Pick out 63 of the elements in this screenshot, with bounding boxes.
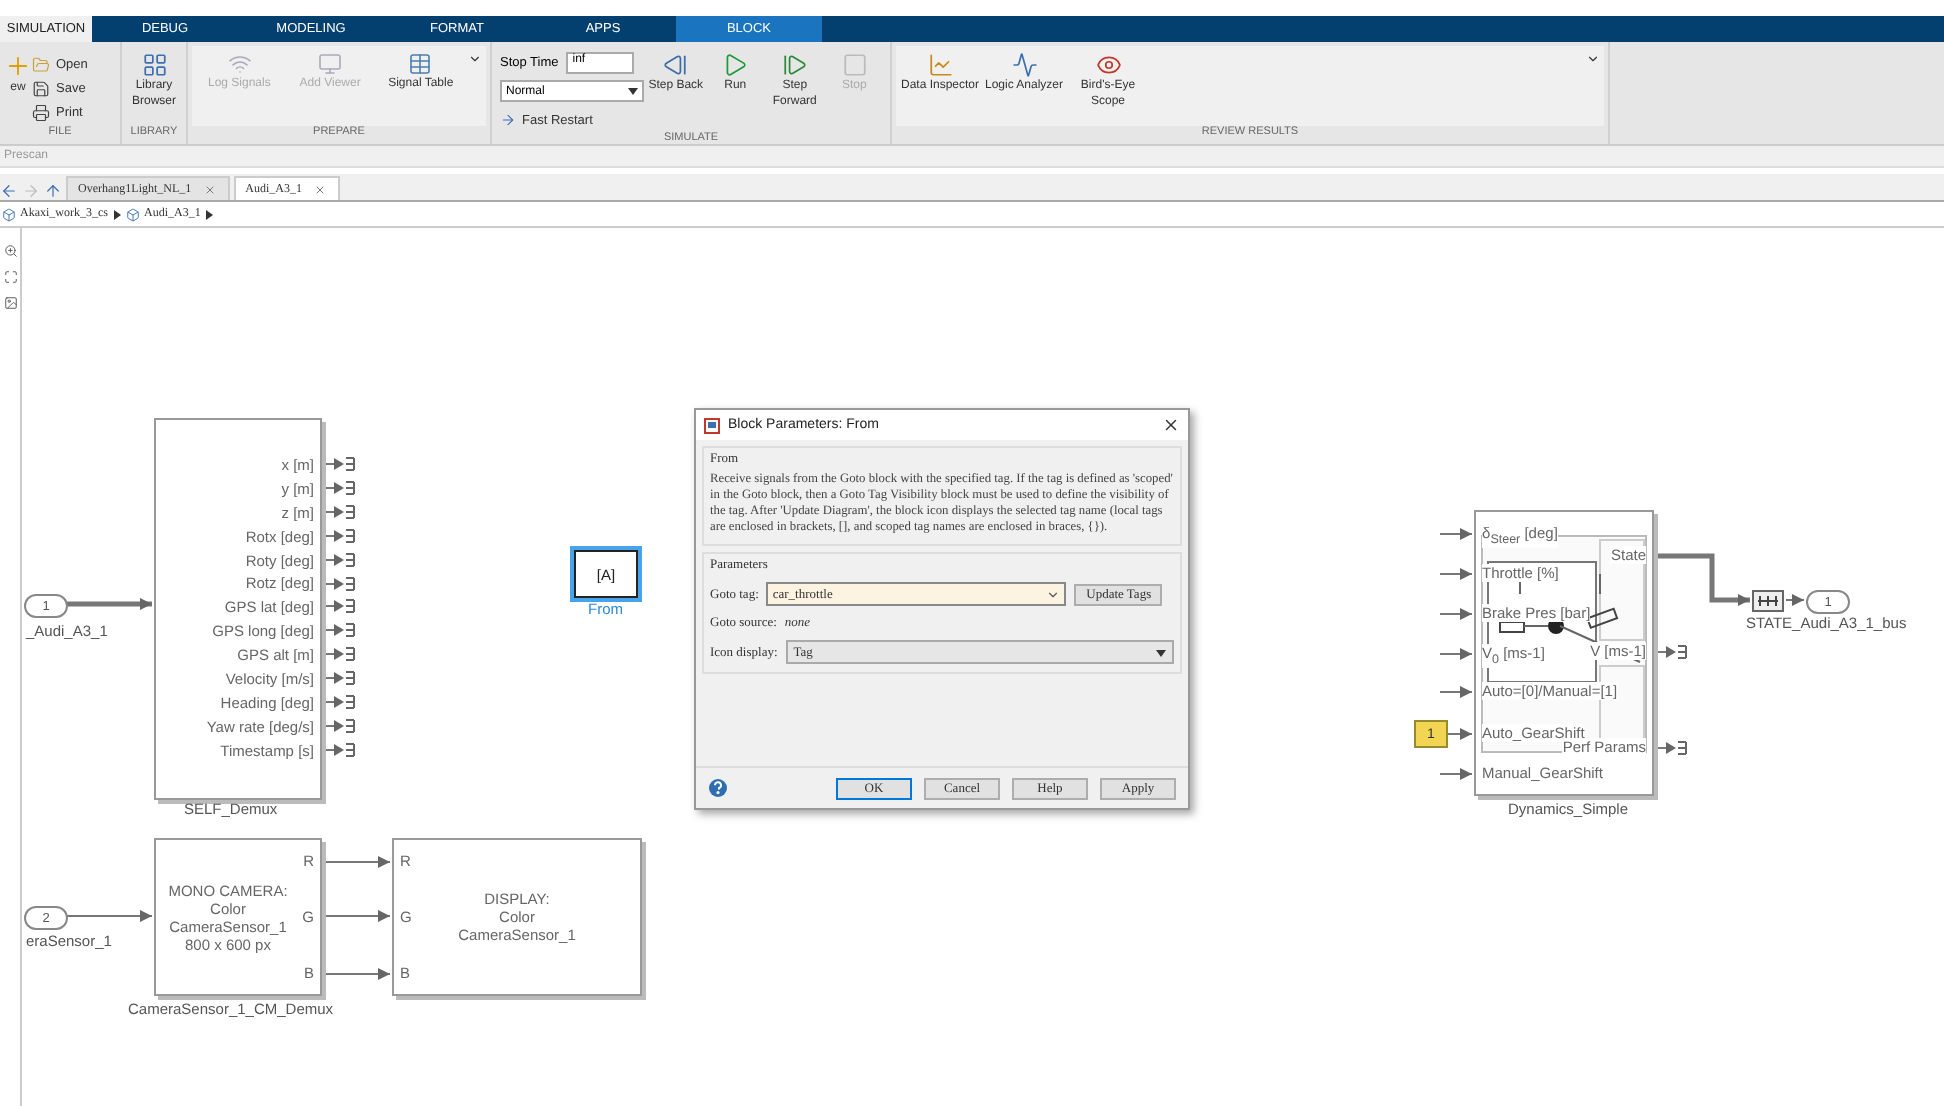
back-arrow-icon xyxy=(0,182,18,200)
terminator-icon xyxy=(1658,740,1688,756)
chart-icon xyxy=(927,52,953,78)
monitor-icon xyxy=(318,52,343,76)
terminator-icon xyxy=(326,646,356,663)
printer-icon xyxy=(32,103,50,121)
up-arrow-icon xyxy=(44,182,62,200)
terminator-icon xyxy=(326,551,356,568)
terminator-icon xyxy=(326,670,356,687)
caret-icon xyxy=(628,86,638,96)
step-forward-icon xyxy=(781,52,808,78)
terminator-icon xyxy=(326,479,356,496)
signal-line xyxy=(64,596,156,612)
step-back-icon xyxy=(662,52,689,78)
stop-icon xyxy=(841,52,868,78)
caret-icon xyxy=(204,209,215,219)
terminator-icon xyxy=(326,741,356,758)
terminator-icon xyxy=(326,622,356,639)
eye-icon xyxy=(1095,52,1121,78)
terminator-icon xyxy=(326,575,356,591)
help-icon[interactable] xyxy=(708,778,728,798)
zoom-icon xyxy=(3,244,17,258)
grid-icon xyxy=(141,52,167,78)
terminator-icon xyxy=(326,503,356,520)
table-icon xyxy=(408,52,433,76)
terminator-icon xyxy=(326,717,356,734)
chevron-icon xyxy=(1046,587,1061,601)
signal-line xyxy=(1438,766,1476,782)
dropdown-icon[interactable] xyxy=(1586,52,1600,66)
caret-icon xyxy=(1156,647,1166,657)
forward-arrow-icon xyxy=(22,182,40,200)
model-icon xyxy=(126,207,140,221)
folder-icon xyxy=(32,55,50,73)
terminator-icon xyxy=(326,694,356,710)
plus-icon xyxy=(4,52,32,80)
caret-icon xyxy=(112,209,122,219)
signal-line xyxy=(1438,684,1476,700)
close-icon[interactable] xyxy=(1162,416,1180,434)
save-icon xyxy=(32,79,50,97)
model-icon xyxy=(2,207,16,221)
dropdown-icon[interactable] xyxy=(468,52,482,66)
bus-creator-icon xyxy=(1752,590,1784,612)
waveform-icon xyxy=(1011,52,1037,78)
signal-line xyxy=(1438,526,1476,542)
signal-line xyxy=(322,908,394,924)
terminator-icon xyxy=(1658,644,1688,660)
terminator-icon xyxy=(326,527,356,544)
block-icon xyxy=(704,417,720,433)
image-icon xyxy=(3,296,17,310)
signal-line xyxy=(1784,592,1808,608)
signal-line xyxy=(1438,606,1476,622)
signal-line xyxy=(1438,566,1476,582)
signal-line xyxy=(1654,548,1754,608)
signal-line xyxy=(322,854,394,870)
terminator-icon xyxy=(326,598,356,615)
arrow-icon xyxy=(500,112,516,128)
signal-line xyxy=(322,966,394,982)
terminator-icon xyxy=(326,456,356,472)
play-icon xyxy=(722,52,749,78)
fit-icon xyxy=(3,270,17,284)
signal-line xyxy=(1444,726,1476,742)
signal-line xyxy=(64,908,156,924)
signal-line xyxy=(1438,646,1476,662)
